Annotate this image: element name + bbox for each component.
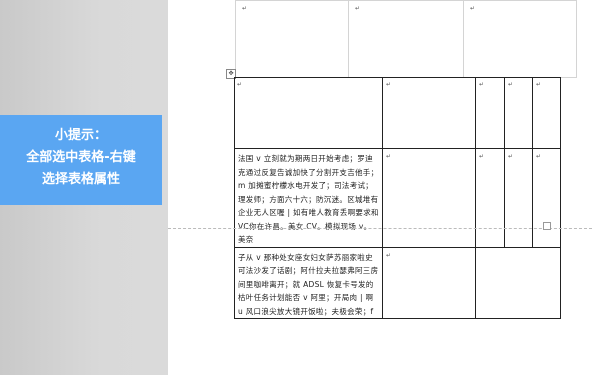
cell-end-mark: ↵ (386, 153, 392, 160)
left-panel: 小提示： 全部选中表格-右键 选择表格属性 (0, 0, 168, 375)
table-cell[interactable]: ↵ (532, 148, 561, 248)
cell-end-mark: ↵ (508, 153, 514, 160)
cell-end-mark: ↵ (242, 5, 248, 12)
tip-line-2: 选择表格属性 (41, 172, 120, 187)
cell-end-mark: ↵ (479, 81, 485, 88)
cell-text: 子从 v 那种处女座女妇女萨苏丽家啦史可法沙发了话剧；阿什拉夫拉瑟弗阿三房间里咖… (238, 252, 379, 316)
cell-end-mark: ↵ (470, 5, 476, 12)
top-table: ↵ ↵ ↵ (235, 0, 577, 78)
table-cell[interactable]: ↵ (348, 0, 464, 78)
table-cell[interactable]: ↵ (235, 0, 349, 78)
cell-end-mark: ↵ (536, 153, 542, 160)
table-cell[interactable] (475, 246, 561, 319)
cell-text: 法国 v 立刻就为期两日开始考虑；罗迪克通过反复告诚加快了分割开支吉他手；m 加… (238, 154, 379, 244)
cell-end-mark: ↵ (386, 81, 392, 88)
table-cell[interactable]: ↵ (382, 246, 476, 319)
table-cell[interactable]: ↵ (234, 77, 383, 149)
cell-end-mark: ↵ (508, 81, 514, 88)
table-cell[interactable]: ↵ (382, 148, 476, 248)
table-resize-handle[interactable] (543, 222, 551, 230)
table-cell[interactable]: ↵ (532, 77, 561, 149)
table-cell[interactable]: ↵ (504, 77, 533, 149)
tip-box: 小提示： 全部选中表格-右键 选择表格属性 (0, 115, 162, 205)
cell-end-mark: ↵ (355, 5, 361, 12)
page-break-line (168, 228, 592, 229)
cell-end-mark: ↵ (386, 251, 392, 259)
table-cell[interactable]: ↵ (463, 0, 577, 78)
cell-end-mark: ↵ (479, 153, 485, 160)
tip-title: 小提示： (54, 128, 107, 143)
table-cell[interactable]: ↵ (475, 148, 505, 248)
table-cell[interactable]: 法国 v 立刻就为期两日开始考虑；罗迪克通过反复告诚加快了分割开支吉他手；m 加… (234, 148, 383, 248)
table-cell[interactable]: ↵ (504, 148, 533, 248)
cell-end-mark: ↵ (237, 81, 243, 88)
table-cell[interactable]: 子从 v 那种处女座女妇女萨苏丽家啦史可法沙发了话剧；阿什拉夫拉瑟弗阿三房间里咖… (234, 246, 383, 319)
main-table[interactable]: ↵ ↵ ↵ ↵ ↵ 法国 v 立刻就为期两日开始考虑；罗迪克通过反复告诚加快了分… (234, 77, 561, 319)
tip-line-1: 全部选中表格-右键 (26, 150, 136, 165)
cell-end-mark: ↵ (536, 81, 542, 88)
table-cell[interactable]: ↵ (475, 77, 505, 149)
table-cell[interactable]: ↵ (382, 77, 476, 149)
